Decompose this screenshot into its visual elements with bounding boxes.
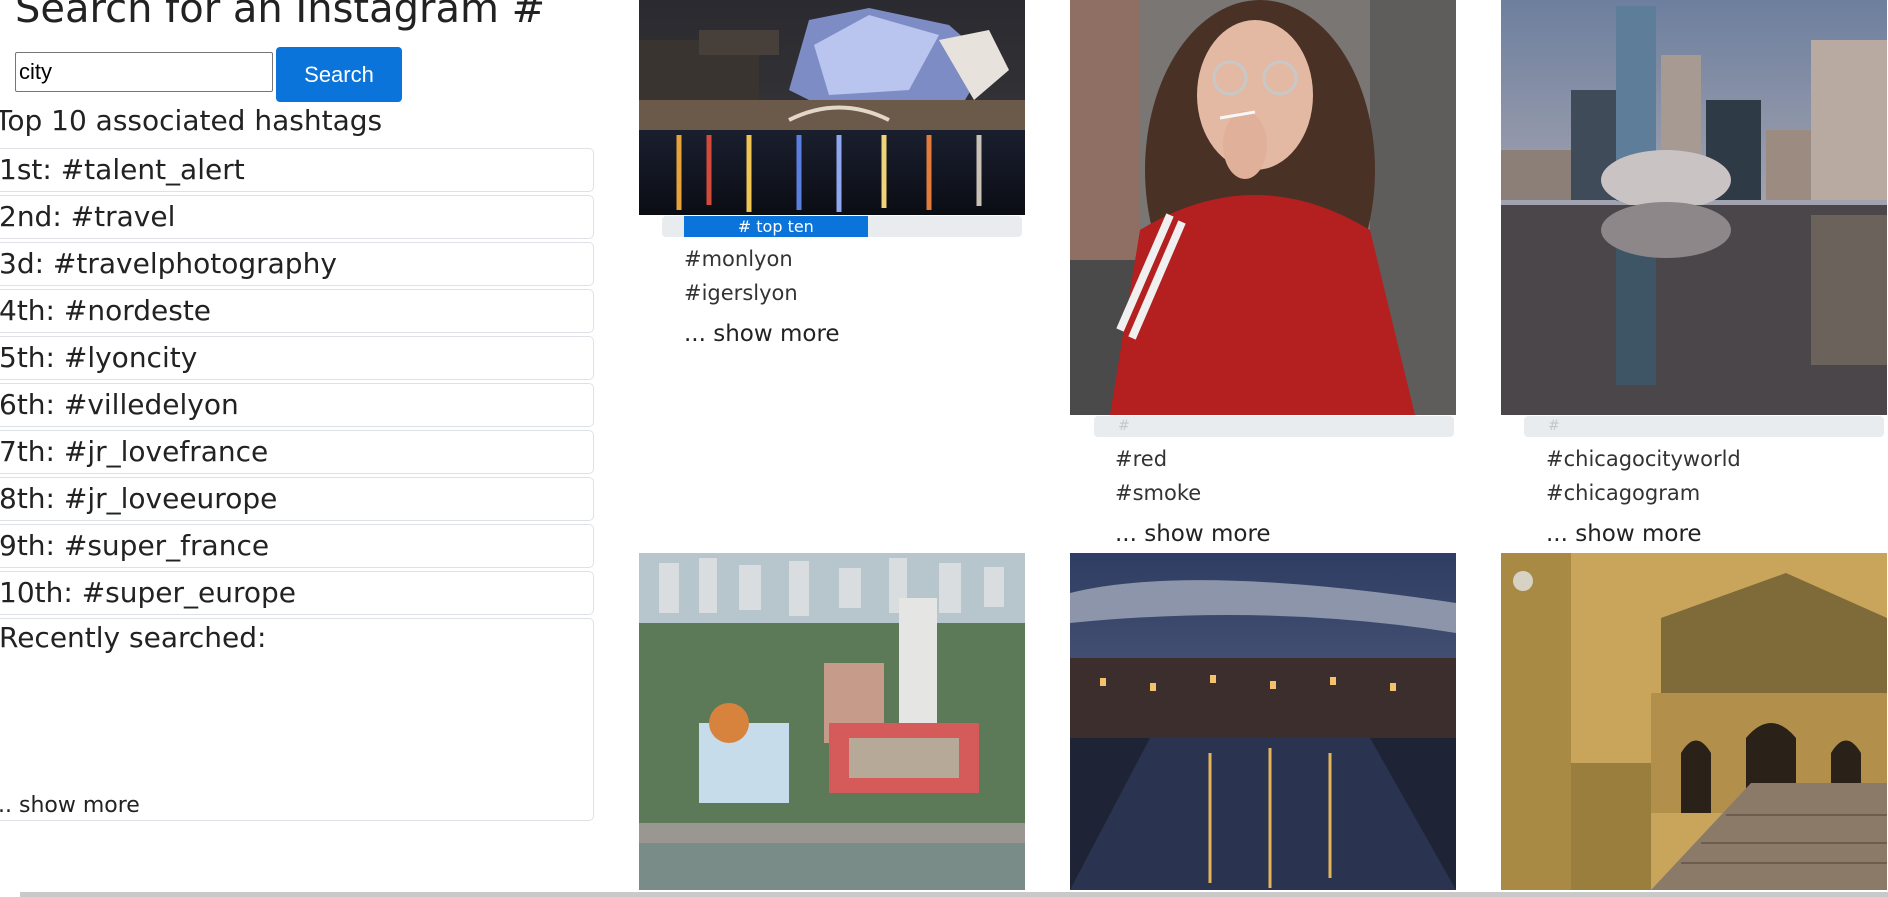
post-show-more-link[interactable]: ... show more [684,321,840,347]
post-hashtag[interactable]: #chicagocityworld [1546,447,1741,471]
hashtag-item[interactable]: 8th: #jr_loveeurope [0,477,594,521]
portrait-photo-icon [1070,0,1456,415]
search-button[interactable]: Search [276,47,402,102]
top-ten-progress-fill: # top ten [684,216,868,237]
recent-show-more-link[interactable]: .. show more [0,793,140,818]
post-image-portrait[interactable] [1070,0,1456,415]
post-hashtag[interactable]: #smoke [1115,481,1201,505]
horizontal-scrollbar[interactable] [20,892,1888,897]
aerial-city-photo-icon [639,553,1025,890]
post-hashtag[interactable]: #red [1115,447,1167,471]
post-hashtag[interactable]: #chicagogram [1546,481,1700,505]
search-input[interactable] [15,52,273,92]
post-image-canal[interactable] [1070,553,1456,890]
hashtag-item[interactable]: 3d: #travelphotography [0,242,594,286]
post-hashtag-bar: # [1094,416,1454,437]
cathedral-photo-icon [1501,553,1887,890]
hashtag-item[interactable]: 10th: #super_europe [0,571,594,615]
post-hashtag-bar: # [1524,416,1884,437]
post-image-cathedral[interactable] [1501,553,1887,890]
post-hashtag-bar-label: # [1118,418,1130,434]
post-show-more-link[interactable]: ... show more [1546,521,1702,547]
top-ten-progress-bar: # top ten [662,216,1022,237]
post-hashtag[interactable]: #igerslyon [684,281,798,305]
canal-photo-icon [1070,553,1456,890]
post-image-aerial-city[interactable] [639,553,1025,890]
top-hashtags-heading: Top 10 associated hashtags [0,104,383,137]
post-hashtag-bar-label: # [1548,418,1560,434]
hashtag-item[interactable]: 5th: #lyoncity [0,336,594,380]
post-hashtag[interactable]: #monlyon [684,247,793,271]
recent-searches-heading: Recently searched: [0,621,267,654]
top-hashtags-list: 1st: #talent_alert 2nd: #travel 3d: #tra… [0,148,594,618]
hashtag-item[interactable]: 4th: #nordeste [0,289,594,333]
recent-searches-panel: Recently searched: .. show more [0,618,594,821]
post-show-more-link[interactable]: ... show more [1115,521,1271,547]
hashtag-item[interactable]: 2nd: #travel [0,195,594,239]
chicago-photo-icon [1501,0,1887,415]
hashtag-item[interactable]: 7th: #jr_lovefrance [0,430,594,474]
hashtag-item[interactable]: 9th: #super_france [0,524,594,568]
lyon-night-photo-icon [639,0,1025,215]
hashtag-item[interactable]: 1st: #talent_alert [0,148,594,192]
hashtag-item[interactable]: 6th: #villedelyon [0,383,594,427]
page-title: Search for an Instagram # [15,0,546,32]
post-image-chicago[interactable] [1501,0,1887,415]
post-image-lyon[interactable] [639,0,1025,215]
